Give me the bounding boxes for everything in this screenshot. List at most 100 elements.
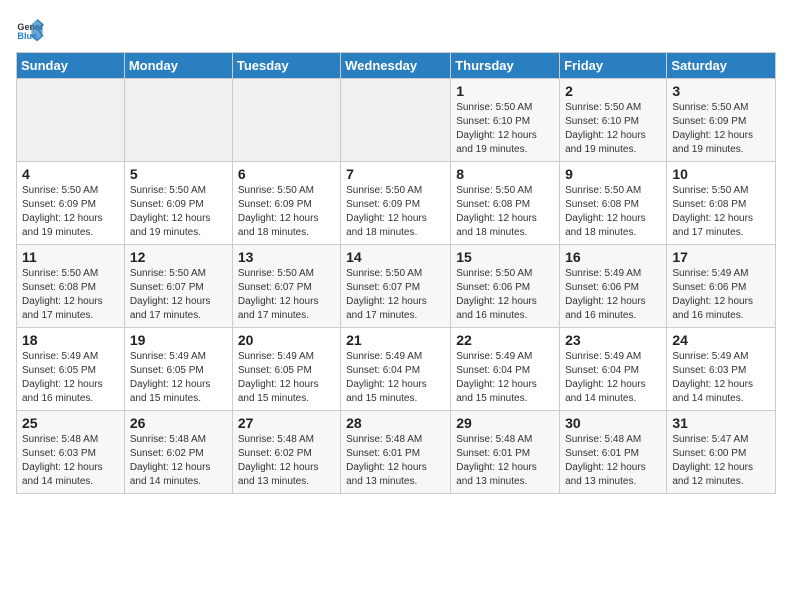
calendar-cell	[341, 79, 451, 162]
day-info: Sunrise: 5:50 AM Sunset: 6:07 PM Dayligh…	[346, 267, 445, 323]
day-info: Sunrise: 5:49 AM Sunset: 6:04 PM Dayligh…	[565, 350, 661, 406]
day-info: Sunrise: 5:49 AM Sunset: 6:05 PM Dayligh…	[130, 350, 227, 406]
calendar-cell: 30 Sunrise: 5:48 AM Sunset: 6:01 PM Dayli…	[560, 411, 667, 494]
day-info: Sunrise: 5:48 AM Sunset: 6:01 PM Dayligh…	[456, 433, 554, 489]
calendar-cell: 22Sunrise: 5:49 AM Sunset: 6:04 PM Dayli…	[451, 328, 560, 411]
day-number: 9	[565, 166, 661, 182]
day-info: Sunrise: 5:50 AM Sunset: 6:09 PM Dayligh…	[22, 184, 119, 240]
calendar-cell: 6 Sunrise: 5:50 AM Sunset: 6:09 PM Daylig…	[232, 162, 340, 245]
weekday-header-sunday: Sunday	[17, 53, 125, 79]
day-number: 22	[456, 332, 554, 348]
day-info: Sunrise: 5:50 AM Sunset: 6:10 PM Dayligh…	[565, 101, 661, 157]
day-info: Sunrise: 5:50 AM Sunset: 6:09 PM Dayligh…	[672, 101, 770, 157]
calendar-cell: 23Sunrise: 5:49 AM Sunset: 6:04 PM Dayli…	[560, 328, 667, 411]
page-header: General Blue	[16, 16, 776, 44]
day-info: Sunrise: 5:50 AM Sunset: 6:10 PM Dayligh…	[456, 101, 554, 157]
day-number: 3	[672, 83, 770, 99]
day-info: Sunrise: 5:48 AM Sunset: 6:01 PM Dayligh…	[565, 433, 661, 489]
day-number: 25	[22, 415, 119, 431]
calendar-cell: 3 Sunrise: 5:50 AM Sunset: 6:09 PM Daylig…	[667, 79, 776, 162]
day-info: Sunrise: 5:47 AM Sunset: 6:00 PM Dayligh…	[672, 433, 770, 489]
weekday-header-saturday: Saturday	[667, 53, 776, 79]
day-number: 5	[130, 166, 227, 182]
calendar-cell: 4 Sunrise: 5:50 AM Sunset: 6:09 PM Daylig…	[17, 162, 125, 245]
day-number: 17	[672, 249, 770, 265]
day-info: Sunrise: 5:48 AM Sunset: 6:02 PM Dayligh…	[238, 433, 335, 489]
day-info: Sunrise: 5:50 AM Sunset: 6:09 PM Dayligh…	[346, 184, 445, 240]
day-number: 16	[565, 249, 661, 265]
day-number: 11	[22, 249, 119, 265]
weekday-header-friday: Friday	[560, 53, 667, 79]
day-number: 31	[672, 415, 770, 431]
calendar-cell: 19 Sunrise: 5:49 AM Sunset: 6:05 PM Dayli…	[124, 328, 232, 411]
calendar-week-row: 4 Sunrise: 5:50 AM Sunset: 6:09 PM Daylig…	[17, 162, 776, 245]
calendar-cell: 5 Sunrise: 5:50 AM Sunset: 6:09 PM Daylig…	[124, 162, 232, 245]
calendar-cell: 17 Sunrise: 5:49 AM Sunset: 6:06 PM Dayli…	[667, 245, 776, 328]
calendar-cell	[17, 79, 125, 162]
day-number: 1	[456, 83, 554, 99]
day-number: 20	[238, 332, 335, 348]
calendar-cell: 9 Sunrise: 5:50 AM Sunset: 6:08 PM Daylig…	[560, 162, 667, 245]
calendar-cell: 26 Sunrise: 5:48 AM Sunset: 6:02 PM Dayli…	[124, 411, 232, 494]
day-number: 13	[238, 249, 335, 265]
calendar-cell: 13 Sunrise: 5:50 AM Sunset: 6:07 PM Dayli…	[232, 245, 340, 328]
weekday-header-monday: Monday	[124, 53, 232, 79]
calendar-cell: 31 Sunrise: 5:47 AM Sunset: 6:00 PM Dayli…	[667, 411, 776, 494]
day-number: 12	[130, 249, 227, 265]
day-number: 14	[346, 249, 445, 265]
day-number: 4	[22, 166, 119, 182]
weekday-header-tuesday: Tuesday	[232, 53, 340, 79]
day-number: 30	[565, 415, 661, 431]
day-info: Sunrise: 5:49 AM Sunset: 6:05 PM Dayligh…	[238, 350, 335, 406]
calendar-cell	[124, 79, 232, 162]
calendar-cell: 24 Sunrise: 5:49 AM Sunset: 6:03 PM Dayli…	[667, 328, 776, 411]
day-info: Sunrise: 5:50 AM Sunset: 6:09 PM Dayligh…	[130, 184, 227, 240]
day-number: 2	[565, 83, 661, 99]
day-number: 21	[346, 332, 445, 348]
day-info: Sunrise: 5:49 AM Sunset: 6:05 PM Dayligh…	[22, 350, 119, 406]
day-info: Sunrise: 5:50 AM Sunset: 6:08 PM Dayligh…	[456, 184, 554, 240]
day-info: Sunrise: 5:50 AM Sunset: 6:07 PM Dayligh…	[238, 267, 335, 323]
day-info: Sunrise: 5:50 AM Sunset: 6:07 PM Dayligh…	[130, 267, 227, 323]
calendar-cell: 10Sunrise: 5:50 AM Sunset: 6:08 PM Dayli…	[667, 162, 776, 245]
day-info: Sunrise: 5:49 AM Sunset: 6:06 PM Dayligh…	[672, 267, 770, 323]
logo-icon: General Blue	[16, 16, 44, 44]
day-info: Sunrise: 5:49 AM Sunset: 6:06 PM Dayligh…	[565, 267, 661, 323]
calendar-cell: 1 Sunrise: 5:50 AM Sunset: 6:10 PM Daylig…	[451, 79, 560, 162]
day-info: Sunrise: 5:50 AM Sunset: 6:08 PM Dayligh…	[22, 267, 119, 323]
calendar-cell: 25Sunrise: 5:48 AM Sunset: 6:03 PM Dayli…	[17, 411, 125, 494]
day-number: 28	[346, 415, 445, 431]
day-number: 10	[672, 166, 770, 182]
calendar-cell: 7Sunrise: 5:50 AM Sunset: 6:09 PM Daylig…	[341, 162, 451, 245]
weekday-header-row: SundayMondayTuesdayWednesdayThursdayFrid…	[17, 53, 776, 79]
calendar-cell: 8 Sunrise: 5:50 AM Sunset: 6:08 PM Daylig…	[451, 162, 560, 245]
day-number: 18	[22, 332, 119, 348]
day-info: Sunrise: 5:50 AM Sunset: 6:06 PM Dayligh…	[456, 267, 554, 323]
day-info: Sunrise: 5:50 AM Sunset: 6:08 PM Dayligh…	[565, 184, 661, 240]
day-number: 24	[672, 332, 770, 348]
day-info: Sunrise: 5:48 AM Sunset: 6:01 PM Dayligh…	[346, 433, 445, 489]
day-number: 19	[130, 332, 227, 348]
day-number: 26	[130, 415, 227, 431]
calendar-week-row: 18 Sunrise: 5:49 AM Sunset: 6:05 PM Dayli…	[17, 328, 776, 411]
calendar-cell: 28 Sunrise: 5:48 AM Sunset: 6:01 PM Dayli…	[341, 411, 451, 494]
day-number: 6	[238, 166, 335, 182]
calendar-cell: 14 Sunrise: 5:50 AM Sunset: 6:07 PM Dayli…	[341, 245, 451, 328]
calendar-cell: 11 Sunrise: 5:50 AM Sunset: 6:08 PM Dayli…	[17, 245, 125, 328]
calendar-cell: 2 Sunrise: 5:50 AM Sunset: 6:10 PM Daylig…	[560, 79, 667, 162]
calendar-cell: 12 Sunrise: 5:50 AM Sunset: 6:07 PM Dayli…	[124, 245, 232, 328]
day-number: 8	[456, 166, 554, 182]
calendar-cell: 15 Sunrise: 5:50 AM Sunset: 6:06 PM Dayli…	[451, 245, 560, 328]
day-info: Sunrise: 5:49 AM Sunset: 6:03 PM Dayligh…	[672, 350, 770, 406]
weekday-header-wednesday: Wednesday	[341, 53, 451, 79]
calendar-table: SundayMondayTuesdayWednesdayThursdayFrid…	[16, 52, 776, 494]
day-info: Sunrise: 5:50 AM Sunset: 6:09 PM Dayligh…	[238, 184, 335, 240]
calendar-cell: 29Sunrise: 5:48 AM Sunset: 6:01 PM Dayli…	[451, 411, 560, 494]
calendar-cell: 16 Sunrise: 5:49 AM Sunset: 6:06 PM Dayli…	[560, 245, 667, 328]
calendar-cell: 21 Sunrise: 5:49 AM Sunset: 6:04 PM Dayli…	[341, 328, 451, 411]
day-info: Sunrise: 5:48 AM Sunset: 6:02 PM Dayligh…	[130, 433, 227, 489]
day-number: 15	[456, 249, 554, 265]
calendar-cell: 27Sunrise: 5:48 AM Sunset: 6:02 PM Dayli…	[232, 411, 340, 494]
day-info: Sunrise: 5:49 AM Sunset: 6:04 PM Dayligh…	[346, 350, 445, 406]
calendar-cell: 20 Sunrise: 5:49 AM Sunset: 6:05 PM Dayli…	[232, 328, 340, 411]
